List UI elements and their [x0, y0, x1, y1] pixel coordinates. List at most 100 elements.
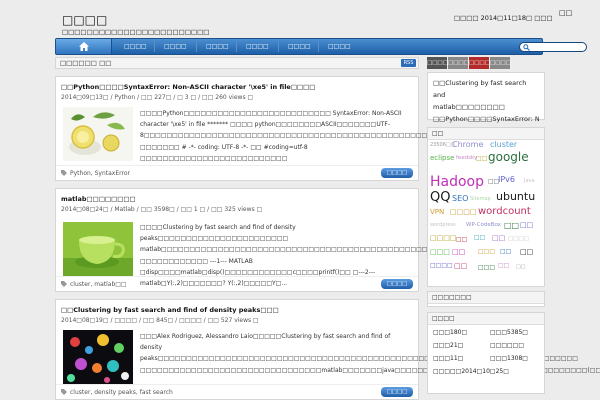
main-nav: □□□□ □□□□ □□□□ □□□□ □□□□ □□□□ [55, 38, 587, 55]
stat-item: □□□11□ [433, 355, 464, 362]
widget-title: □□ [428, 128, 544, 140]
tag-link[interactable]: □□ [516, 264, 525, 270]
tag-link[interactable]: □□□ [430, 248, 450, 256]
tag-link[interactable]: □□ [500, 248, 511, 255]
tag-cloud: 23506□□ Chrome cluster eclipse feedsky □□ goog… [428, 140, 544, 284]
nav-home[interactable] [56, 39, 112, 54]
tag-cloud-widget: □□ 23506□□ Chrome cluster eclipse feedsky □□ g… [427, 127, 545, 287]
rss-button[interactable]: RSS [401, 59, 416, 67]
nav-separator [236, 41, 237, 52]
tag-link[interactable]: □□□□ [430, 262, 453, 269]
nav-item-6[interactable]: □□□□ [328, 39, 351, 54]
post-card: □□Python□□□□SyntaxError: Non-ASCII chara… [55, 76, 439, 181]
tag-link[interactable]: □□□ [478, 264, 495, 271]
tag-link[interactable]: feedsky [456, 155, 477, 161]
tag-link[interactable]: □□ [454, 262, 467, 270]
nav-separator [154, 41, 155, 52]
tag-link[interactable]: cluster [490, 140, 517, 149]
stat-item: □□□□□2014□10□25□ [433, 368, 509, 375]
nav-item-2[interactable]: □□□□ [164, 39, 187, 54]
widget-title: □□□□□□□ [428, 292, 544, 304]
post-excerpt: □□□□Python□□□□□□□□□□□□□□□□□□□□□□□□□□ Syn… [140, 110, 439, 162]
tag-link[interactable]: □□ [452, 248, 465, 256]
tag-link[interactable]: □□□ [478, 248, 495, 255]
post-title[interactable]: □□Python□□□□SyntaxError: Non-ASCII chara… [61, 83, 315, 91]
tag-link[interactable]: wordpress [430, 222, 456, 228]
tag-link[interactable]: WP-CodeBox [466, 222, 501, 228]
tag-link[interactable]: IPv6 [498, 175, 515, 184]
recent-post-link[interactable]: □□Clustering by fast search and [433, 77, 539, 101]
nav-item-5[interactable]: □□□□ [288, 39, 311, 54]
post-meta: 2014□08□24□ / Matlab / □□ 3598□ / □□ 1 □… [61, 206, 263, 213]
read-more-button[interactable]: □□□□ [381, 279, 413, 289]
tag-link[interactable]: google [488, 150, 529, 164]
recent-post-link[interactable]: matlab□□□□□□□□ [433, 101, 539, 113]
tag-link[interactable]: □□ [520, 221, 533, 229]
post-thumbnail[interactable] [63, 330, 133, 384]
tag-link[interactable]: □□ [504, 221, 519, 230]
tag-link[interactable]: Java [524, 178, 535, 184]
tag-link[interactable]: ubuntu [496, 190, 535, 203]
tag-link[interactable]: SEO [452, 194, 468, 203]
post-title[interactable]: □□Clustering by fast search and find of … [61, 306, 279, 314]
stat-item: □□□5385□ [490, 329, 528, 336]
stat-item: □□□□□□ [490, 342, 525, 349]
post-meta: 2014□09□13□ / Python / □□ 227□ / □ 3 □ /… [61, 94, 254, 101]
tag-link[interactable]: QQ [430, 190, 450, 205]
post-title[interactable]: matlab□□□□□□□□ [61, 195, 136, 203]
recent-posts-list: □□Clustering by fast search and matlab□□… [427, 72, 545, 123]
site-tagline: □□□□□□□□□□□□□□□□□□□□□□□□ [62, 28, 210, 36]
read-more-button[interactable]: □□□□ [381, 168, 413, 178]
nav-separator [278, 41, 279, 52]
tag-link[interactable]: Chrome [452, 140, 483, 149]
tag-link[interactable]: □□ [456, 236, 467, 243]
tag-link[interactable]: VPN [430, 208, 444, 216]
nav-item-3[interactable]: □□□□ [206, 39, 229, 54]
sidebar-tab-2[interactable]: □□□□ [448, 57, 469, 69]
tag-icon [61, 170, 67, 176]
sidebar-tab-1[interactable]: □□□□ [427, 57, 448, 69]
widget-title: □□□□ [428, 313, 544, 325]
search-input[interactable] [519, 42, 587, 52]
recent-post-link[interactable]: □□Python□□□□SyntaxError: Non- [433, 113, 539, 125]
post-card: matlab□□□□□□□□ 2014□08□24□ / Matlab / □□… [55, 188, 501, 292]
site-title[interactable]: □□□□ [62, 13, 107, 27]
tag-link[interactable]: □□ [520, 248, 533, 256]
tag-link[interactable]: eclipse [430, 154, 454, 162]
post-card: □□Clustering by fast search and find of … [55, 299, 600, 400]
stat-item: □□□1308□ [490, 355, 528, 362]
tag-link[interactable]: wordcount [478, 206, 531, 217]
search-icon [523, 44, 530, 51]
tag-link[interactable]: Hadoop [430, 174, 484, 190]
post-meta: 2014□08□19□ / □□□□ / □□ 845□ / □□□□ / □□… [61, 317, 259, 324]
nav-separator [318, 41, 319, 52]
tag-link[interactable]: □□ [492, 234, 505, 242]
tag-link[interactable]: Sitemap [470, 196, 491, 202]
tag-icon [61, 281, 67, 287]
tag-link[interactable]: □□□□ [450, 208, 476, 216]
post-thumbnail[interactable] [63, 222, 133, 276]
stat-item: □□□180□ [433, 329, 468, 336]
sidebar-widget: □□□□□□□ [427, 291, 545, 307]
post-tags-text[interactable]: Python, SyntaxError [70, 170, 130, 177]
site-header: □□□□ □□□□□□□□□□□□□□□□□□□□□□□□ □□□□ 2014□… [0, 0, 600, 36]
tag-link[interactable]: □□ [474, 234, 485, 241]
post-tags-text[interactable]: cluster, matlab□□ [70, 281, 127, 288]
post-footer: Python, SyntaxError □□□□ [56, 165, 418, 180]
tag-link[interactable]: □□ [476, 155, 487, 162]
sidebar-tab-4[interactable]: □□□□ [490, 57, 511, 69]
tag-link[interactable]: □□□□ [508, 236, 529, 242]
post-thumbnail[interactable] [63, 107, 133, 161]
post-tags-text[interactable]: cluster, density peaks, fast search [70, 389, 173, 396]
nav-item-4[interactable]: □□□□ [246, 39, 269, 54]
read-more-button[interactable]: □□□□ [381, 387, 413, 397]
breadcrumb-text: □□□□□□ □□ [60, 59, 112, 67]
tag-link[interactable]: □□ [498, 262, 509, 269]
stats-grid: □□□180□ □□□5385□ □□□21□ □□□□□□ □□□11□ □□… [428, 325, 544, 391]
post-tags: Python, SyntaxError [61, 170, 130, 177]
sidebar-tab-3[interactable]: □□□□ [469, 57, 490, 69]
nav-item-1[interactable]: □□□□ [124, 39, 147, 54]
tag-link[interactable]: □□□□ [430, 234, 456, 242]
header-link[interactable]: □□ [559, 9, 572, 17]
stat-item: □□□21□ [433, 342, 464, 349]
